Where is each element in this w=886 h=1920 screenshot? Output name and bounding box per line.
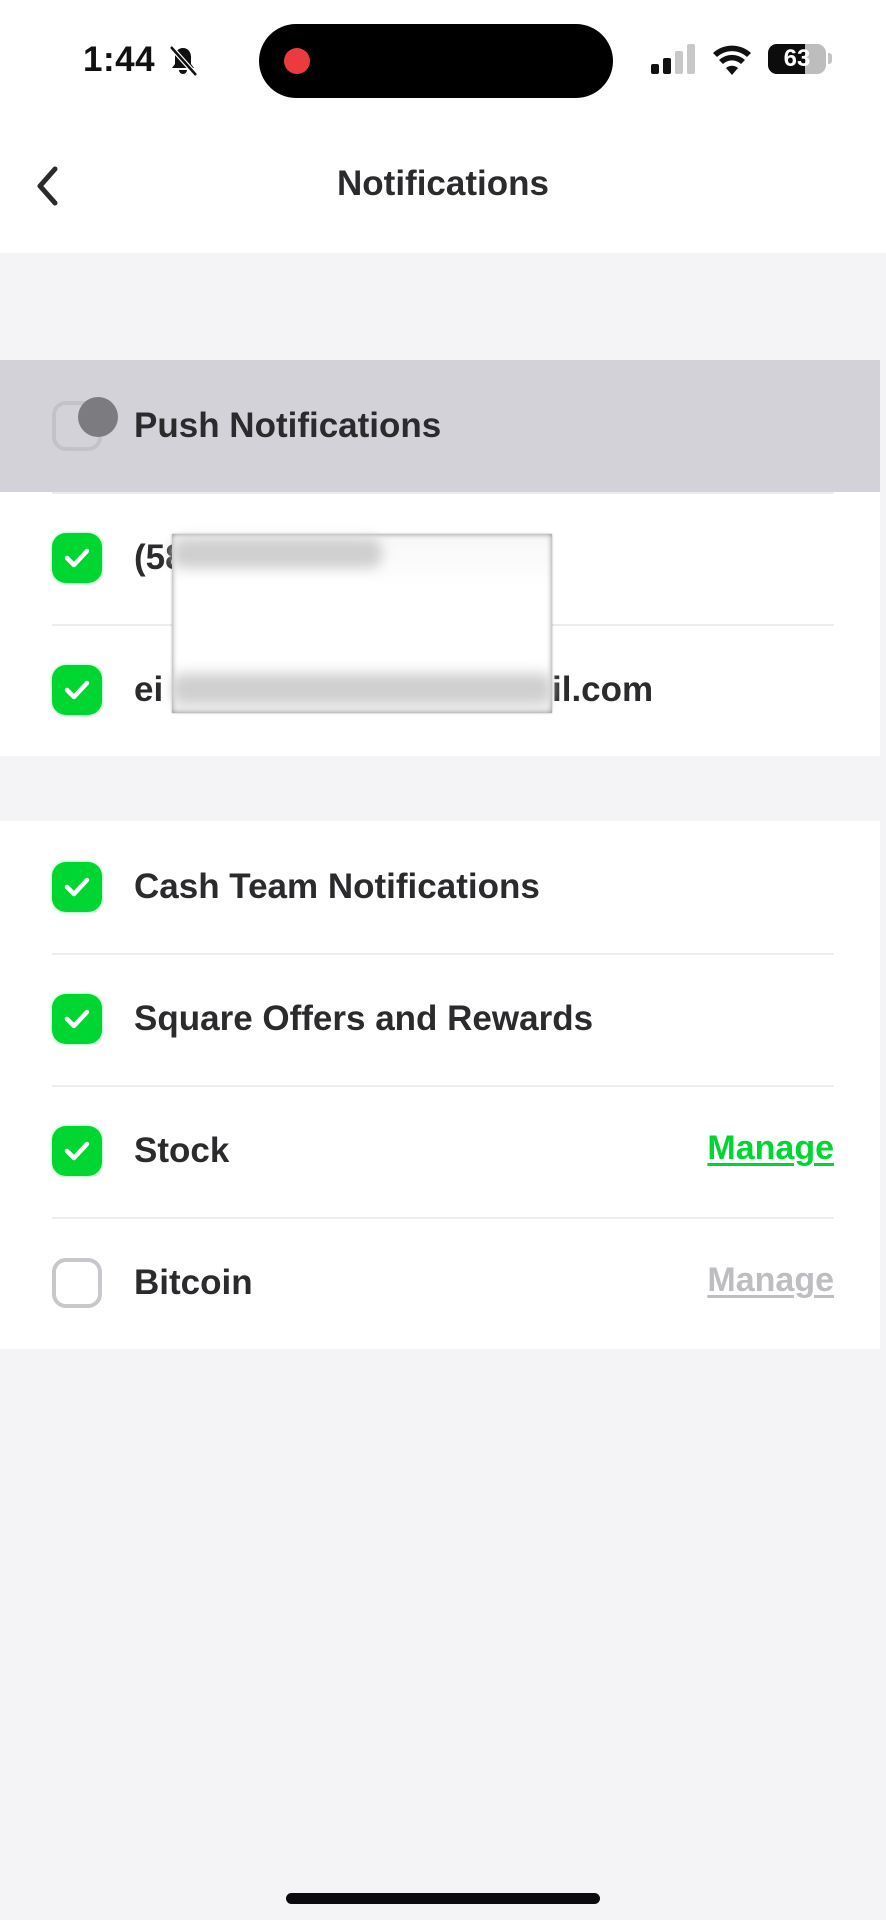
bell-slash-icon [169, 45, 198, 77]
wifi-icon [713, 45, 751, 75]
email-label-prefix: ei [134, 670, 164, 709]
category-row-bitcoin[interactable]: Bitcoin Manage [0, 1217, 880, 1349]
blurred-phone-text [172, 538, 382, 568]
checkmark-icon [64, 1009, 90, 1029]
push-notifications-row[interactable]: Push Notifications [0, 360, 880, 492]
email-label-suffix: il.com [552, 670, 654, 709]
stock-manage-link[interactable]: Manage [707, 1129, 834, 1168]
blurred-email-text [172, 674, 552, 704]
category-row-stock[interactable]: Stock Manage [0, 1085, 880, 1217]
category-label: Square Offers and Rewards [134, 999, 594, 1038]
push-notifications-checkbox[interactable] [52, 397, 118, 451]
category-label: Cash Team Notifications [134, 867, 540, 906]
scroll-edge [880, 253, 886, 1920]
redaction-blur [172, 534, 552, 713]
status-time: 1:44 [83, 40, 156, 79]
home-indicator[interactable] [286, 1893, 600, 1904]
battery-tip [828, 53, 832, 64]
touch-indicator [78, 397, 118, 437]
cash-team-checkbox[interactable] [52, 862, 102, 912]
bitcoin-manage-link: Manage [707, 1261, 834, 1299]
bitcoin-checkbox[interactable] [52, 1258, 102, 1308]
category-row-square-offers[interactable]: Square Offers and Rewards [0, 953, 880, 1085]
push-notifications-label: Push Notifications [134, 406, 442, 445]
category-label: Stock [134, 1131, 230, 1170]
checkmark-icon [64, 877, 90, 897]
page-title: Notifications [337, 164, 549, 203]
stock-checkbox[interactable] [52, 1126, 102, 1176]
dynamic-island [259, 24, 613, 98]
cellular-signal-icon [651, 44, 695, 74]
status-bar: 1:44 63 [0, 0, 886, 120]
category-label: Bitcoin [134, 1263, 253, 1302]
notification-categories-section: Cash Team Notifications Square Offers an… [0, 821, 880, 1349]
checkmark-icon [64, 680, 90, 700]
category-row-cash-team[interactable]: Cash Team Notifications [0, 821, 880, 953]
battery-icon: 63 [768, 44, 826, 74]
checkmark-icon [64, 548, 90, 568]
battery-percent: 63 [783, 45, 811, 72]
checkmark-icon [64, 1141, 90, 1161]
phone-checkbox[interactable] [52, 533, 102, 583]
square-offers-checkbox[interactable] [52, 994, 102, 1044]
email-checkbox[interactable] [52, 665, 102, 715]
nav-header: Notifications [0, 120, 886, 253]
recording-indicator-icon [284, 48, 310, 74]
